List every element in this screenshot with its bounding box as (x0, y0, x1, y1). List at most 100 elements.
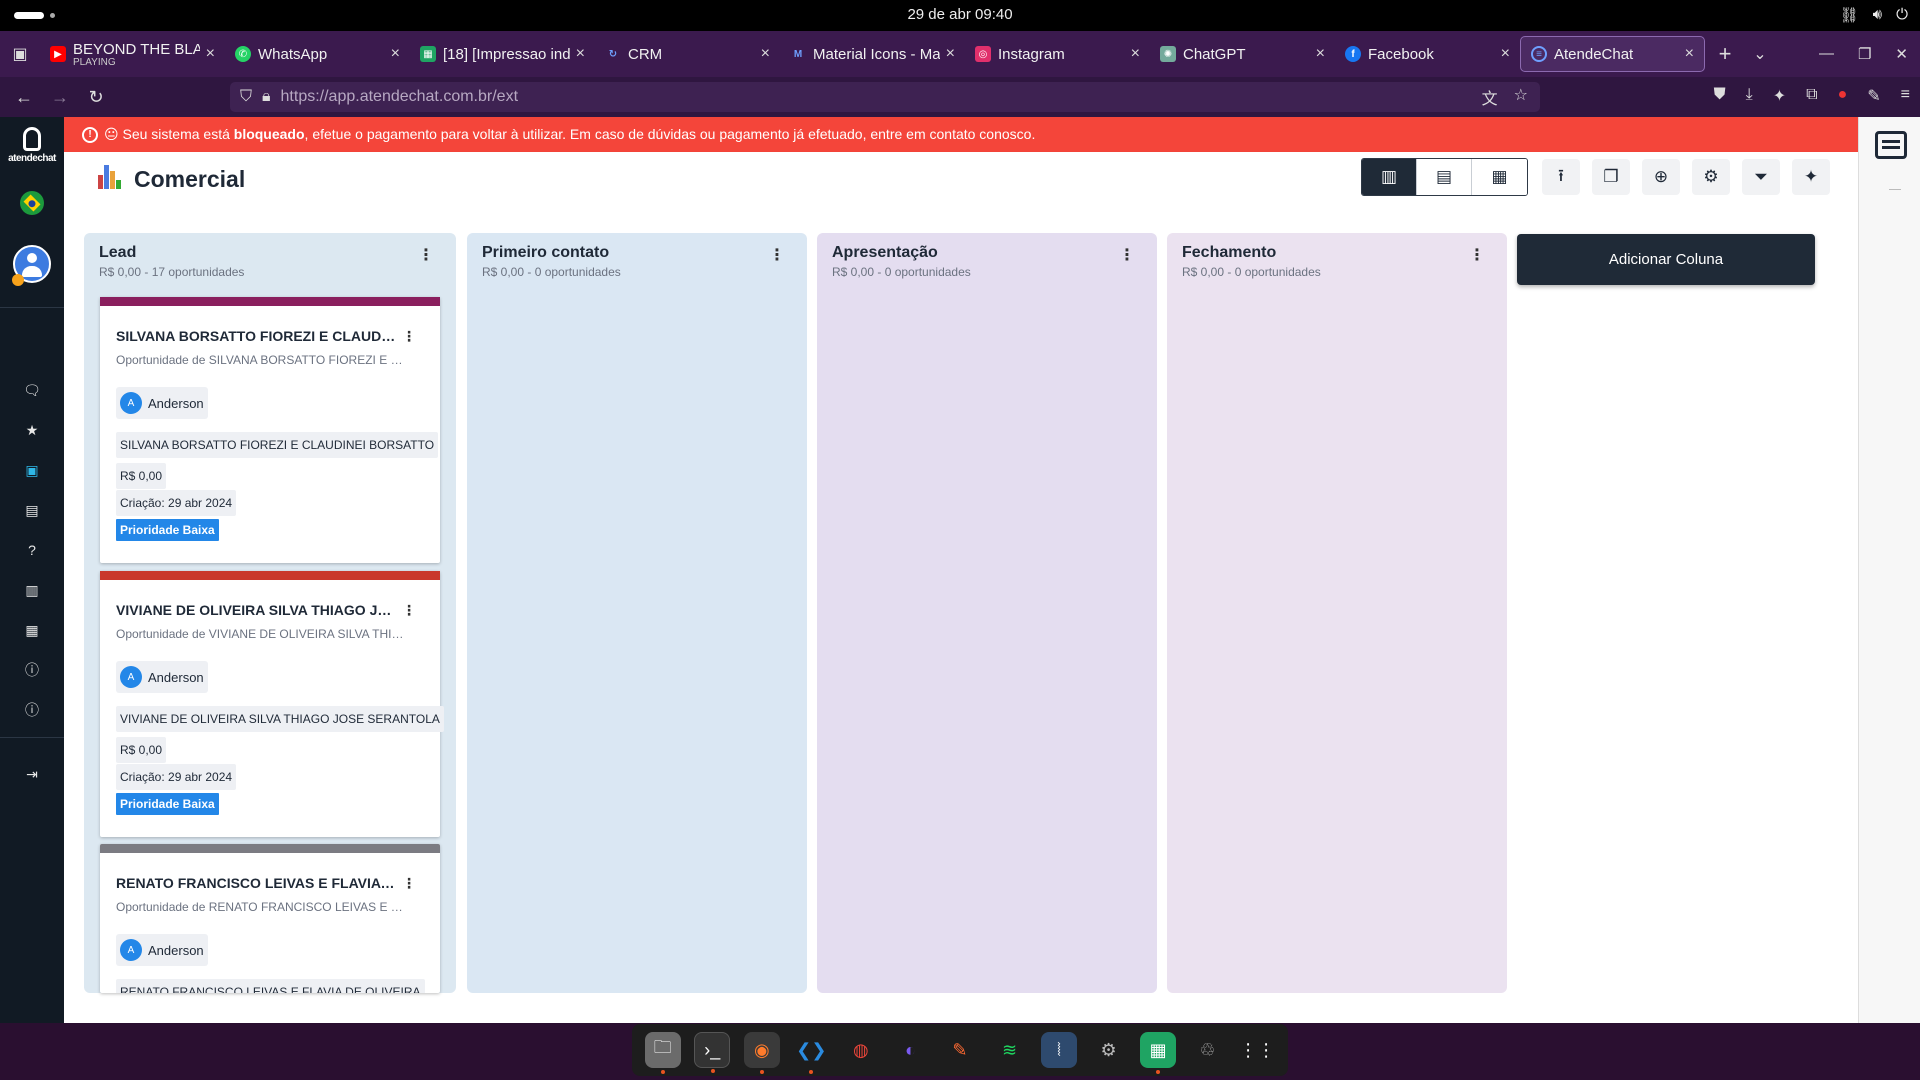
copy-icon[interactable]: ❐ (1592, 159, 1630, 195)
pocket-icon[interactable]: ⛊ (1714, 86, 1726, 106)
tab-instagram[interactable]: ◎ Instagram × (965, 36, 1150, 72)
sidebar-item-info-icon[interactable]: ⓘ (22, 660, 42, 680)
opportunity-card[interactable]: SILVANA BORSATTO FIOREZI E CLAUDINEI BOR… (100, 297, 440, 563)
sidebar-item-help-icon[interactable]: ? (22, 540, 42, 560)
tab-material-icons[interactable]: M Material Icons - Mat × (780, 36, 965, 72)
column-more-icon[interactable]: ⋮ (1469, 245, 1485, 265)
chrome-icon[interactable]: ◍ (843, 1032, 879, 1068)
card-title: VIVIANE DE OLIVEIRA SILVA THIAGO JOSE SE… (116, 602, 396, 618)
close-tab-icon[interactable]: × (1316, 45, 1325, 63)
card-contact-chip[interactable]: RENATO FRANCISCO LEIVAS E FLAVIA DE OLIV… (116, 979, 425, 993)
reload-icon[interactable]: ↻ (78, 87, 114, 108)
card-contact-chip[interactable]: SILVANA BORSATTO FIOREZI E CLAUDINEI BOR… (116, 432, 439, 458)
column-more-icon[interactable]: ⋮ (769, 245, 785, 265)
card-contact-chip[interactable]: VIVIANE DE OLIVEIRA SILVA THIAGO JOSE SE… (116, 706, 444, 732)
firefox-icon[interactable]: ◉ (743, 1032, 780, 1074)
tab-facebook[interactable]: f Facebook × (1335, 36, 1520, 72)
tab-youtube[interactable]: ▶ BEYOND THE BLACKPLAYING × (40, 36, 225, 72)
network-icon[interactable]: ⛓ (1840, 6, 1859, 24)
close-tab-icon[interactable]: × (1131, 45, 1140, 63)
volume-icon[interactable]: 🔊︎ (1873, 6, 1882, 24)
lock-icon[interactable]: 🔒︎ (262, 88, 271, 106)
card-owner[interactable]: A Anderson (116, 934, 208, 966)
sidebar-item-messages-icon[interactable]: ▤ (22, 500, 42, 520)
chart-view-icon[interactable]: ▦ (1472, 159, 1527, 195)
new-tab-icon[interactable]: + (1705, 41, 1745, 67)
vscode-icon[interactable]: ❮❯ (793, 1032, 829, 1074)
ai-sparkle-icon[interactable]: ✦ (1792, 159, 1830, 195)
url-text[interactable]: https://app.atendechat.com.br/ext (281, 88, 518, 106)
system-tray[interactable]: ⛓ 🔊︎ ⏻ (1840, 6, 1908, 24)
bookmark-star-icon[interactable]: ☆ (1514, 85, 1528, 109)
card-owner[interactable]: A Anderson (116, 661, 208, 693)
close-tab-icon[interactable]: × (946, 45, 955, 63)
card-owner[interactable]: A Anderson (116, 387, 208, 419)
extension-red-icon[interactable]: ● (1838, 86, 1848, 106)
card-more-icon[interactable]: ⋮ (402, 602, 416, 619)
card-more-icon[interactable]: ⋮ (402, 328, 416, 345)
column-summary: R$ 0,00 - 17 oportunidades (99, 265, 245, 279)
list-all-tabs-icon[interactable]: ⌄ (1745, 44, 1775, 64)
close-tab-icon[interactable]: × (1685, 45, 1694, 63)
add-circle-icon[interactable]: ⊕ (1642, 159, 1680, 195)
sidebar-item-crm-icon[interactable]: ▣ (22, 460, 42, 480)
mysql-workbench-icon[interactable]: ⦚ (1041, 1032, 1078, 1068)
table-view-icon[interactable]: ▤ (1417, 159, 1472, 195)
close-tab-icon[interactable]: × (761, 45, 770, 63)
close-window-icon[interactable]: ✕ (1895, 45, 1908, 63)
column-more-icon[interactable]: ⋮ (418, 245, 434, 265)
screen-recorder-icon[interactable]: ◐ (892, 1032, 928, 1068)
translate-icon[interactable]: 文 (1482, 85, 1498, 109)
close-tab-icon[interactable]: × (391, 45, 400, 63)
postman-icon[interactable]: ✎ (942, 1032, 978, 1068)
terminal-icon[interactable]: ›_ (694, 1032, 731, 1073)
sidebar-item-favorites-icon[interactable]: ★ (22, 420, 42, 440)
trash-icon[interactable]: ♲ (1190, 1032, 1226, 1068)
column-more-icon[interactable]: ⋮ (1119, 245, 1135, 265)
settings-gear-icon[interactable]: ⚙ (1692, 159, 1730, 195)
sidebar-item-table-icon[interactable]: ▦ (22, 620, 42, 640)
logout-icon[interactable]: ⇥ (22, 764, 42, 784)
show-apps-icon[interactable]: ⋮⋮ (1239, 1032, 1275, 1068)
spotify-icon[interactable]: ≋ (991, 1032, 1027, 1068)
spreadsheet-icon[interactable]: ▦ (1140, 1032, 1177, 1074)
sidebar-item-company-icon[interactable]: ▥ (22, 580, 42, 600)
extension-icon[interactable]: ✦ (1773, 86, 1786, 106)
opportunity-card[interactable]: VIVIANE DE OLIVEIRA SILVA THIAGO JOSE SE… (100, 571, 444, 837)
kanban-view-icon[interactable]: ▥ (1362, 159, 1417, 195)
power-icon[interactable]: ⏻ (1896, 6, 1908, 24)
menu-icon[interactable]: ≡ (1901, 86, 1910, 106)
tracking-shield-icon[interactable]: ⛉ (240, 88, 252, 106)
files-icon[interactable]: 🗀 (644, 1032, 681, 1074)
restore-icon[interactable]: ❐ (1858, 45, 1871, 63)
sidebar-item-about-icon[interactable]: ⓘ (22, 700, 42, 720)
tab-atendechat[interactable]: ≡ AtendeChat × (1520, 36, 1705, 72)
opportunity-card[interactable]: RENATO FRANCISCO LEIVAS E FLAVIA DE OLIV… (100, 844, 440, 993)
brazil-flag-icon[interactable] (20, 191, 44, 215)
settings-icon[interactable]: ⚙ (1091, 1032, 1127, 1068)
downloads-icon[interactable]: ⤓ (1746, 86, 1753, 106)
add-column-button[interactable]: Adicionar Coluna (1517, 234, 1815, 285)
tab-crm[interactable]: ↻ CRM × (595, 36, 780, 72)
close-tab-icon[interactable]: × (1501, 45, 1510, 63)
app-logo[interactable]: atendechat (6, 127, 58, 164)
minimize-icon[interactable]: — (1819, 45, 1834, 63)
close-tab-icon[interactable]: × (576, 45, 585, 63)
alert-text: 😐 Seu sistema está bloqueado, efetue o p… (104, 126, 1035, 143)
forward-icon[interactable]: → (42, 87, 78, 108)
close-tab-icon[interactable]: × (206, 45, 215, 63)
upload-icon[interactable]: ⭱ (1542, 159, 1580, 195)
extensions-puzzle-icon[interactable]: ⧉ (1806, 86, 1817, 106)
system-clock[interactable]: 29 de abr 09:40 (0, 6, 1920, 23)
card-more-icon[interactable]: ⋮ (402, 875, 416, 892)
firefox-view-icon[interactable]: ▣ (0, 44, 40, 64)
chat-bubbles-icon[interactable] (1875, 131, 1907, 159)
tab-sheets[interactable]: ▦ [18] [Impressao ind × (410, 36, 595, 72)
back-icon[interactable]: ← (6, 87, 42, 108)
url-bar[interactable]: ⛉ 🔒︎ https://app.atendechat.com.br/ext 文… (230, 82, 1540, 112)
sidebar-item-chats-icon[interactable]: 🗨︎ (22, 380, 42, 400)
tab-chatgpt[interactable]: ✺ ChatGPT × (1150, 36, 1335, 72)
tab-whatsapp[interactable]: ✆ WhatsApp × (225, 36, 410, 72)
extension-pen-icon[interactable]: ✎ (1867, 86, 1880, 106)
filter-icon[interactable]: ⏷ (1742, 159, 1780, 195)
